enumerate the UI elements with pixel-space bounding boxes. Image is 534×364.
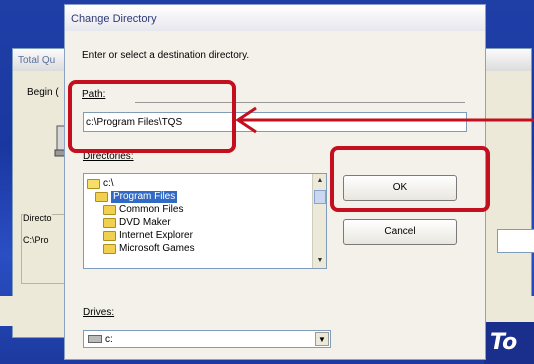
folder-icon bbox=[103, 244, 116, 254]
installer-begin-text: Begin ( bbox=[27, 87, 59, 98]
drives-label: Drives: bbox=[83, 307, 115, 318]
drives-select[interactable]: c: ▼ bbox=[83, 330, 331, 348]
cancel-button[interactable]: Cancel bbox=[343, 219, 457, 245]
installer-directory-value: C:\Pro bbox=[23, 235, 49, 245]
callout-arrow-icon bbox=[235, 106, 534, 134]
chevron-down-icon[interactable]: ▼ bbox=[315, 332, 329, 346]
scroll-thumb[interactable] bbox=[314, 190, 326, 204]
directory-item[interactable]: Internet Explorer bbox=[103, 230, 193, 242]
scroll-down-icon[interactable]: ▼ bbox=[314, 255, 326, 267]
folder-icon bbox=[103, 231, 116, 241]
brand-logo: To bbox=[484, 322, 534, 364]
dialog-title: Change Directory bbox=[65, 5, 485, 31]
path-highlight-box bbox=[68, 80, 236, 153]
directory-item[interactable]: c:\ bbox=[87, 178, 114, 190]
drive-icon bbox=[88, 335, 102, 343]
scroll-up-icon[interactable]: ▲ bbox=[314, 175, 326, 187]
installer-browse-button[interactable] bbox=[497, 229, 534, 253]
directories-list[interactable]: c:\ Program Files Common Files DVD Maker… bbox=[83, 173, 327, 269]
drive-value: c: bbox=[105, 333, 113, 345]
open-folder-icon bbox=[95, 192, 108, 202]
directory-item[interactable]: Microsoft Games bbox=[103, 243, 195, 255]
directory-item[interactable]: DVD Maker bbox=[103, 217, 171, 229]
folder-icon bbox=[103, 218, 116, 228]
open-folder-icon bbox=[87, 179, 100, 189]
ok-highlight-box bbox=[330, 146, 490, 212]
installer-directory-label: Directo bbox=[23, 213, 52, 223]
directories-scrollbar[interactable]: ▲ ▼ bbox=[312, 174, 326, 268]
directory-item[interactable]: Common Files bbox=[103, 204, 183, 216]
dialog-prompt: Enter or select a destination directory. bbox=[82, 50, 250, 61]
folder-icon bbox=[103, 205, 116, 215]
directory-item[interactable]: Program Files bbox=[95, 191, 178, 203]
